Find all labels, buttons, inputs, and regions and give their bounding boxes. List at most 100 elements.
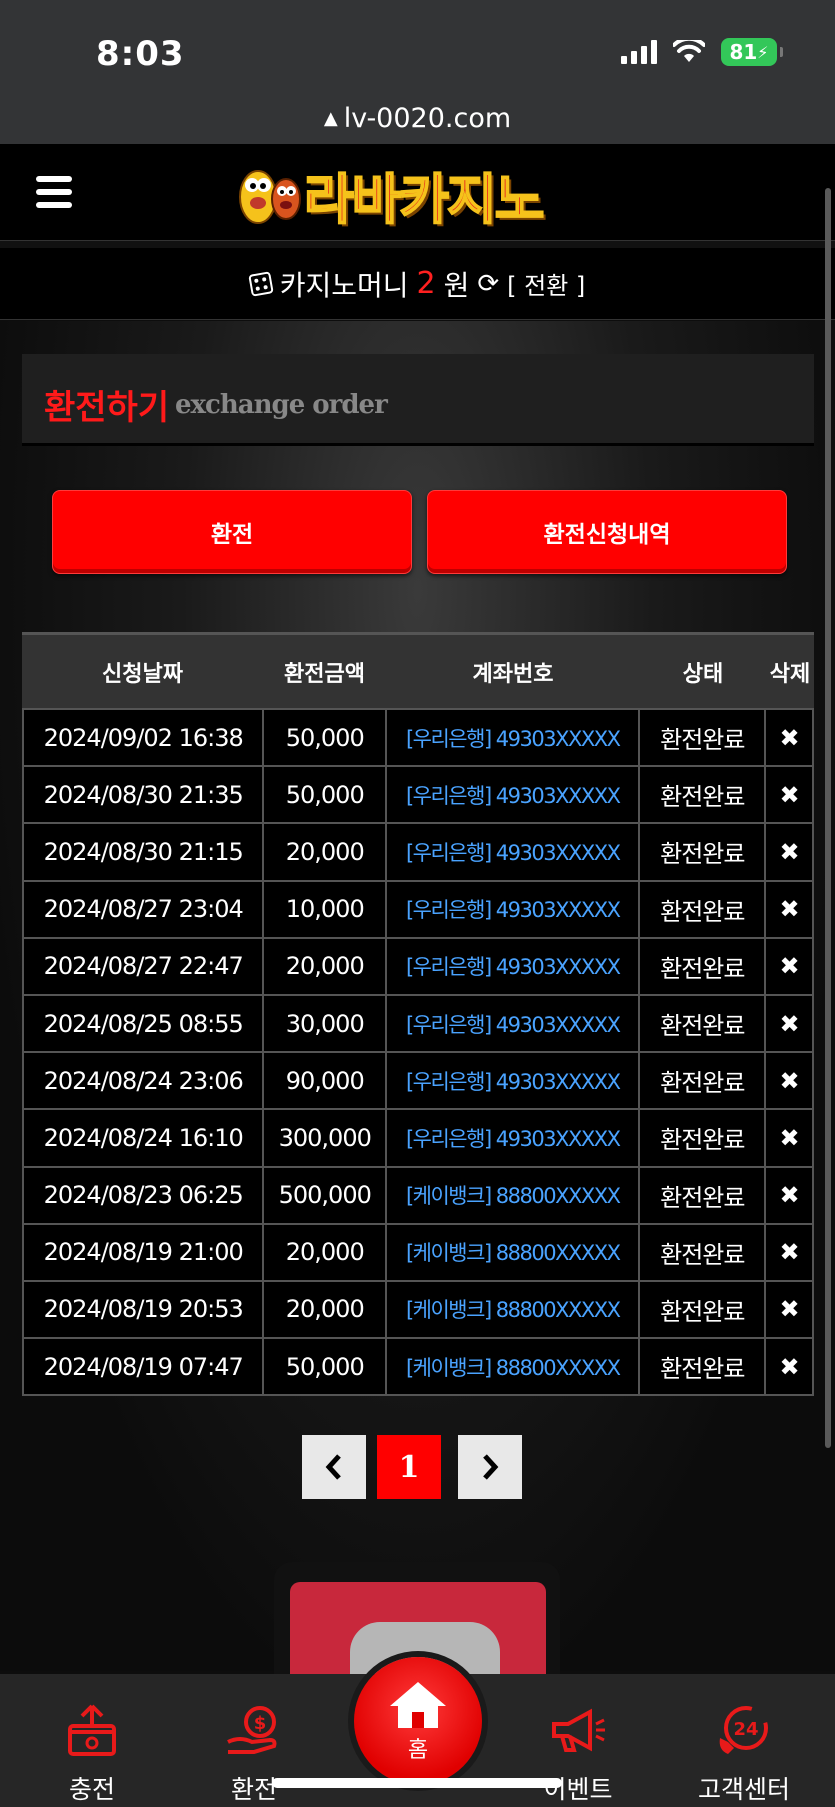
cell-amount: 20,000 xyxy=(264,1281,388,1338)
money-label: 카지노머니 xyxy=(279,268,409,302)
nav-support[interactable]: 24 고객센터 xyxy=(674,1674,814,1807)
cell-date: 2024/08/30 21:35 xyxy=(24,767,265,823)
cell-account[interactable]: [우리은행] 49303XXXXX xyxy=(387,710,641,766)
table-row: 2024/08/30 21:35 50,000 [우리은행] 49303XXXXX 환… xyxy=(24,765,814,823)
megaphone-icon xyxy=(552,1708,605,1752)
nav-label: 홈 xyxy=(407,1738,429,1763)
delete-icon[interactable]: ✖ xyxy=(766,767,814,823)
table-row: 2024/08/19 21:00 20,000 [케이뱅크] 88800XXXXX 환… xyxy=(24,1222,814,1280)
cell-status: 환전완료 xyxy=(640,1281,767,1338)
battery-level: 81 xyxy=(729,40,758,64)
nav-label: 환전 xyxy=(230,1775,277,1804)
delete-icon[interactable]: ✖ xyxy=(766,824,814,880)
scrollbar[interactable] xyxy=(825,188,831,1448)
cell-status: 환전완료 xyxy=(640,938,767,994)
wifi-icon xyxy=(673,40,705,62)
switch-link[interactable]: [ 전환 ] xyxy=(507,266,585,301)
delete-icon[interactable]: ✖ xyxy=(766,1339,814,1395)
cell-account[interactable]: [우리은행] 49303XXXXX xyxy=(387,881,641,937)
svg-text:24: 24 xyxy=(733,1719,758,1740)
cell-account[interactable]: [우리은행] 49303XXXXX xyxy=(387,995,641,1052)
nav-label: 충전 xyxy=(68,1775,115,1804)
warning-icon: ▲ xyxy=(323,107,338,129)
delete-icon[interactable]: ✖ xyxy=(766,938,814,994)
money-amount: 2 xyxy=(416,266,436,301)
delete-icon[interactable]: ✖ xyxy=(766,1110,814,1166)
table-row: 2024/08/19 20:53 20,000 [케이뱅크] 88800XXXXX 환… xyxy=(24,1279,814,1338)
cell-account[interactable]: [우리은행] 49303XXXXX xyxy=(387,1110,641,1166)
url-bar[interactable]: ▲ lv-0020.com xyxy=(0,92,835,144)
cell-date: 2024/08/25 08:55 xyxy=(24,995,265,1052)
cell-amount: 500,000 xyxy=(264,1167,388,1223)
money-unit: 원 xyxy=(443,268,470,302)
cell-status: 환전완료 xyxy=(640,1224,767,1280)
prev-page-button[interactable] xyxy=(302,1435,366,1499)
cell-account[interactable]: [우리은행] 49303XXXXX xyxy=(387,767,641,823)
delete-icon[interactable]: ✖ xyxy=(766,881,814,937)
header-date: 신청날짜 xyxy=(102,661,183,687)
home-indicator xyxy=(272,1778,562,1788)
delete-icon[interactable]: ✖ xyxy=(766,1281,814,1338)
table-row: 2024/08/24 16:10 300,000 [우리은행] 49303XXXXX… xyxy=(24,1108,814,1166)
chevron-left-icon xyxy=(325,1454,341,1480)
refresh-icon[interactable]: ⟳ xyxy=(477,269,499,299)
delete-icon[interactable]: ✖ xyxy=(766,1053,814,1109)
table-header: 신청날짜 환전금액 계좌번호 상태 삭제 xyxy=(22,632,814,708)
cell-amount: 20,000 xyxy=(264,938,388,994)
home-icon xyxy=(390,1682,446,1728)
next-page-button[interactable] xyxy=(458,1435,522,1499)
page-number[interactable]: 1 xyxy=(377,1435,441,1499)
table-row: 2024/08/19 07:47 50,000 [케이뱅크] 88800XXXXX 환… xyxy=(24,1337,814,1395)
page-title: 환전하기 xyxy=(44,388,170,428)
cell-status: 환전완료 xyxy=(640,1167,767,1223)
cell-account[interactable]: [우리은행] 49303XXXXX xyxy=(387,938,641,994)
cell-status: 환전완료 xyxy=(640,767,767,823)
exchange-history-button[interactable]: 환전신청내역 xyxy=(427,490,787,574)
cell-status: 환전완료 xyxy=(640,881,767,937)
cell-account[interactable]: [우리은행] 49303XXXXX xyxy=(387,1053,641,1109)
cell-amount: 10,000 xyxy=(264,881,388,937)
nav-home[interactable]: 홈 xyxy=(354,1657,482,1785)
page-title-box: 환전하기 exchange order xyxy=(22,354,814,446)
cell-status: 환전완료 xyxy=(640,995,767,1052)
delete-icon[interactable]: ✖ xyxy=(766,1167,814,1223)
table-row: 2024/08/30 21:15 20,000 [우리은행] 49303XXXXX 환… xyxy=(24,822,814,880)
delete-icon[interactable]: ✖ xyxy=(766,710,814,766)
menu-icon[interactable] xyxy=(36,176,72,208)
table-row: 2024/09/02 16:38 50,000 [우리은행] 49303XXXXX 환… xyxy=(24,708,814,766)
page-subtitle: exchange order xyxy=(175,390,388,420)
cell-amount: 50,000 xyxy=(264,710,388,766)
cell-amount: 90,000 xyxy=(264,1053,388,1109)
cell-status: 환전완료 xyxy=(640,1053,767,1109)
table-row: 2024/08/27 23:04 10,000 [우리은행] 49303XXXXX 환… xyxy=(24,879,814,937)
larva-mascot-icon xyxy=(239,170,301,224)
cell-date: 2024/08/27 22:47 xyxy=(24,938,265,994)
cell-amount: 50,000 xyxy=(264,1339,388,1395)
cell-date: 2024/08/19 20:53 xyxy=(24,1281,265,1338)
cell-account[interactable]: [케이뱅크] 88800XXXXX xyxy=(387,1167,641,1223)
cell-account[interactable]: [우리은행] 49303XXXXX xyxy=(387,824,641,880)
svg-text:$: $ xyxy=(254,1713,267,1734)
header-account: 계좌번호 xyxy=(472,661,554,687)
cell-account[interactable]: [케이뱅크] 88800XXXXX xyxy=(387,1224,641,1280)
cell-date: 2024/08/19 07:47 xyxy=(24,1339,265,1395)
cell-status: 환전완료 xyxy=(640,1339,767,1395)
casino-money-bar: 카지노머니 2 원 ⟳ [ 전환 ] xyxy=(0,248,835,320)
cell-status: 환전완료 xyxy=(640,710,767,766)
table-row: 2024/08/23 06:25 500,000 [케이뱅크] 88800XXXXX… xyxy=(24,1165,814,1223)
delete-icon[interactable]: ✖ xyxy=(766,995,814,1052)
exchange-icon: $ xyxy=(227,1706,277,1754)
table-row: 2024/08/25 08:55 30,000 [우리은행] 49303XXXXX 환… xyxy=(24,993,814,1052)
delete-icon[interactable]: ✖ xyxy=(766,1224,814,1280)
exchange-button[interactable]: 환전 xyxy=(52,490,412,574)
table-row: 2024/08/24 23:06 90,000 [우리은행] 49303XXXXX 환… xyxy=(24,1051,814,1109)
cell-account[interactable]: [케이뱅크] 88800XXXXX xyxy=(387,1281,641,1338)
header-delete: 삭제 xyxy=(769,661,811,687)
cell-amount: 300,000 xyxy=(264,1110,388,1166)
status-bar: 8:03 81 ⚡ xyxy=(0,0,835,92)
exchange-table: 신청날짜 환전금액 계좌번호 상태 삭제 2024/09/02 16:38 50,… xyxy=(22,632,814,1397)
nav-deposit[interactable]: 충전 xyxy=(22,1674,162,1807)
site-logo[interactable]: 라바카지노 xyxy=(230,156,610,232)
battery-icon: 81 ⚡ xyxy=(721,38,783,66)
cell-account[interactable]: [케이뱅크] 88800XXXXX xyxy=(387,1339,641,1395)
